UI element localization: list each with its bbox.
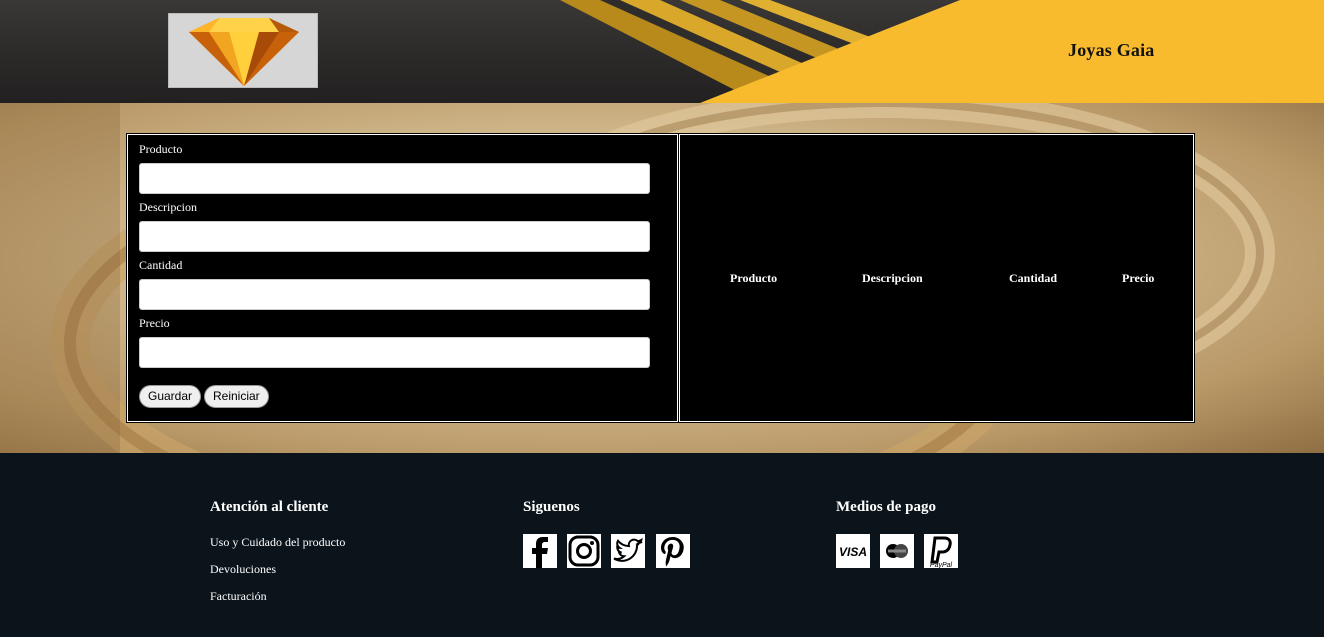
visa-icon: VISA	[836, 534, 870, 568]
precio-label: Precio	[139, 316, 170, 330]
table-header-descripcion: Descripcion	[862, 271, 923, 285]
customer-service-title: Atención al cliente	[210, 499, 329, 515]
brand-name: Joyas Gaia	[1068, 40, 1155, 60]
paypal-icon: PayPal	[924, 534, 958, 568]
main-section: Producto Descripcion Cantidad Precio Gua…	[0, 103, 1324, 453]
site-footer: Atención al cliente Uso y Cuidado del pr…	[0, 453, 1324, 637]
social-title: Siguenos	[523, 499, 580, 515]
precio-input[interactable]	[139, 337, 650, 368]
descripcion-label: Descripcion	[139, 200, 197, 214]
descripcion-input[interactable]	[139, 221, 650, 252]
svg-text:VISA: VISA	[839, 545, 867, 559]
instagram-icon[interactable]	[567, 534, 601, 568]
cantidad-input[interactable]	[139, 279, 650, 310]
link-facturacion[interactable]: Facturación	[210, 589, 267, 604]
producto-input[interactable]	[139, 163, 650, 194]
payment-title: Medios de pago	[836, 499, 937, 515]
mastercard-icon	[880, 534, 914, 568]
reset-button[interactable]: Reiniciar	[204, 385, 269, 408]
product-form: Producto Descripcion Cantidad Precio Gua…	[126, 133, 679, 423]
diamond-icon	[169, 14, 317, 87]
facebook-icon[interactable]	[523, 534, 557, 568]
svg-text:PayPal: PayPal	[930, 562, 953, 568]
save-button[interactable]: Guardar	[139, 385, 202, 408]
table-header-producto: Producto	[730, 271, 778, 285]
link-devoluciones[interactable]: Devoluciones	[210, 562, 276, 577]
diamond-logo[interactable]	[168, 13, 318, 88]
producto-label: Producto	[139, 142, 183, 156]
table-header-cantidad: Cantidad	[1009, 271, 1058, 285]
pinterest-icon[interactable]	[656, 534, 690, 568]
twitter-icon[interactable]	[611, 534, 645, 568]
cantidad-label: Cantidad	[139, 258, 183, 272]
table-header-precio: Precio	[1122, 271, 1155, 285]
link-uso-cuidado[interactable]: Uso y Cuidado del producto	[210, 535, 345, 550]
products-table: Producto Descripcion Cantidad Precio	[678, 133, 1195, 423]
site-header: Joyas Gaia	[0, 0, 1324, 103]
